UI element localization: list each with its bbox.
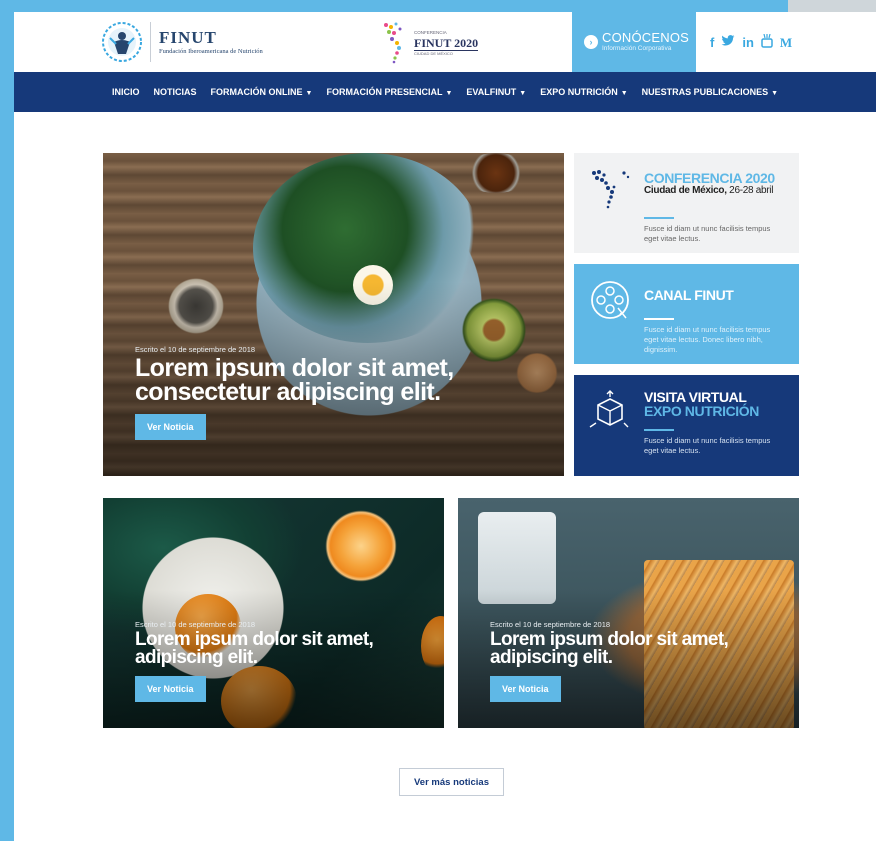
americas-map-icon	[592, 170, 630, 209]
ver-mas-noticias-button[interactable]: Ver más noticias	[399, 768, 504, 796]
caret-down-icon: ▼	[620, 90, 628, 97]
conferencia-divider	[644, 217, 674, 219]
news1-date: Escrito el 10 de septiembre de 2018	[135, 620, 256, 629]
facebook-icon[interactable]: f	[710, 35, 714, 51]
finut-emblem-icon	[102, 22, 142, 62]
nav-item-formacion-presencial[interactable]: FORMACIÓN PRESENCIAL ▼	[326, 87, 452, 97]
brand-subtitle: Fundación Iberoamericana de Nutrición	[159, 47, 263, 55]
medium-icon[interactable]: M	[780, 35, 792, 51]
caret-down-icon: ▼	[771, 90, 779, 97]
news1-title-line2[interactable]: adipiscing elit.	[135, 648, 373, 667]
orange-slice-image	[325, 510, 397, 582]
canal-title: CANAL FINUT	[644, 287, 734, 303]
nav-item-evalfinut[interactable]: EVALFINUT ▼	[466, 87, 526, 97]
twitter-icon[interactable]	[721, 35, 735, 51]
conferencia-title: CONFERENCIA 2020	[644, 170, 775, 186]
nav-item-expo-nutricion[interactable]: EXPO NUTRICIÓN ▼	[540, 87, 627, 97]
event-logo-name: FINUT 2020	[414, 35, 479, 51]
conocenos-subtitle: Información Corporativa	[602, 45, 672, 52]
hero-title-line1[interactable]: Lorem ipsum dolor sit amet,	[135, 356, 454, 381]
caret-down-icon: ▼	[519, 90, 527, 97]
top-right-shade	[788, 0, 876, 12]
visita-divider	[644, 429, 674, 431]
news1-ver-noticia-button[interactable]: Ver Noticia	[135, 676, 206, 702]
news2-date: Escrito el 10 de septiembre de 2018	[490, 620, 611, 629]
hero-date: Escrito el 10 de septiembre de 2018	[135, 345, 256, 354]
hero-ver-noticia-button[interactable]: Ver Noticia	[135, 414, 206, 440]
social-links: f in M	[710, 33, 792, 52]
tea-glass-image	[461, 153, 531, 193]
youtube-icon[interactable]	[761, 33, 773, 52]
news2-ver-noticia-button[interactable]: Ver Noticia	[490, 676, 561, 702]
conferencia-subtitle: Ciudad de México, 26-28 abril	[644, 185, 774, 196]
nav-item-formacion-online[interactable]: FORMACIÓN ONLINE ▼	[211, 87, 313, 97]
visita-virtual-panel[interactable]: VISITA VIRTUAL EXPO NUTRICIÓN Fusce id d…	[574, 375, 799, 476]
nav-item-inicio[interactable]: INICIO	[112, 87, 140, 97]
conocenos-title: CONÓCENOS	[602, 30, 690, 45]
logo-separator	[150, 22, 151, 62]
nav-item-publicaciones[interactable]: NUESTRAS PUBLICACIONES ▼	[642, 87, 778, 97]
3d-cube-icon	[589, 390, 629, 428]
news-card-oranges[interactable]: Escrito el 10 de septiembre de 2018 Lore…	[103, 498, 444, 728]
site-header: FINUT Fundación Iberoamericana de Nutric…	[14, 12, 876, 72]
finut-logo[interactable]: FINUT Fundación Iberoamericana de Nutric…	[100, 18, 263, 66]
visita-title-line2: EXPO NUTRICIÓN	[644, 403, 759, 419]
nav-item-noticias[interactable]: NOTICIAS	[154, 87, 197, 97]
conferencia-panel[interactable]: CONFERENCIA 2020 Ciudad de México, 26-28…	[574, 153, 799, 253]
main-nav: INICIO NOTICIAS FORMACIÓN ONLINE ▼ FORMAC…	[14, 72, 876, 112]
canal-description: Fusce id diam ut nunc facilisis tempus e…	[644, 325, 771, 354]
linkedin-icon[interactable]: in	[742, 35, 754, 51]
event-logo[interactable]: CONFERENCIA FINUT 2020 CIUDAD DE MÉXICO	[380, 20, 479, 66]
news-card-fries[interactable]: Escrito el 10 de septiembre de 2018 Lore…	[458, 498, 799, 728]
canal-divider	[644, 318, 674, 320]
conferencia-description: Fusce id diam ut nunc facilisis tempus e…	[644, 224, 771, 243]
caret-down-icon: ▼	[445, 90, 453, 97]
event-logo-line2: CIUDAD DE MÉXICO	[414, 50, 453, 56]
hero-title-line2[interactable]: consectetur adipiscing elit.	[135, 380, 454, 405]
news2-title-line2[interactable]: adipiscing elit.	[490, 648, 728, 667]
visita-description: Fusce id diam ut nunc facilisis tempus e…	[644, 436, 771, 455]
page: FINUT Fundación Iberoamericana de Nutric…	[14, 12, 876, 841]
americas-map-icon	[384, 22, 402, 64]
hero-news-card[interactable]: Escrito el 10 de septiembre de 2018 Lore…	[103, 153, 564, 476]
brand-name: FINUT	[159, 27, 217, 47]
chevron-right-icon: ›	[584, 35, 598, 49]
film-reel-icon	[591, 281, 629, 319]
conocenos-button[interactable]: › CONÓCENOS Información Corporativa	[572, 12, 696, 72]
caret-down-icon: ▼	[305, 90, 313, 97]
canal-finut-panel[interactable]: CANAL FINUT Fusce id diam ut nunc facili…	[574, 264, 799, 364]
